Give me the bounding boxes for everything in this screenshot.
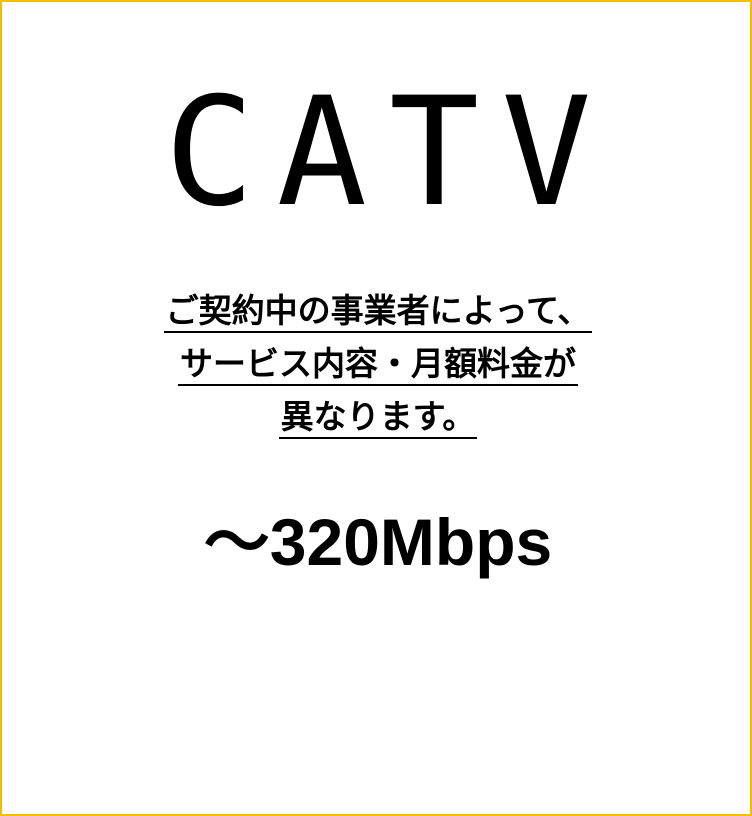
service-title: CATV [164, 66, 614, 240]
max-speed: ～320Mbps [203, 505, 553, 579]
service-note: ご契約中の事業者によって、 サービス内容・月額料金が 異なります。 [2, 284, 750, 443]
note-line-2: サービス内容・月額料金が [178, 343, 578, 386]
note-line-3: 異なります。 [278, 396, 478, 439]
service-card: CATV ご契約中の事業者によって、 サービス内容・月額料金が 異なります。 ～… [0, 0, 752, 816]
note-line-1: ご契約中の事業者によって、 [163, 290, 593, 333]
